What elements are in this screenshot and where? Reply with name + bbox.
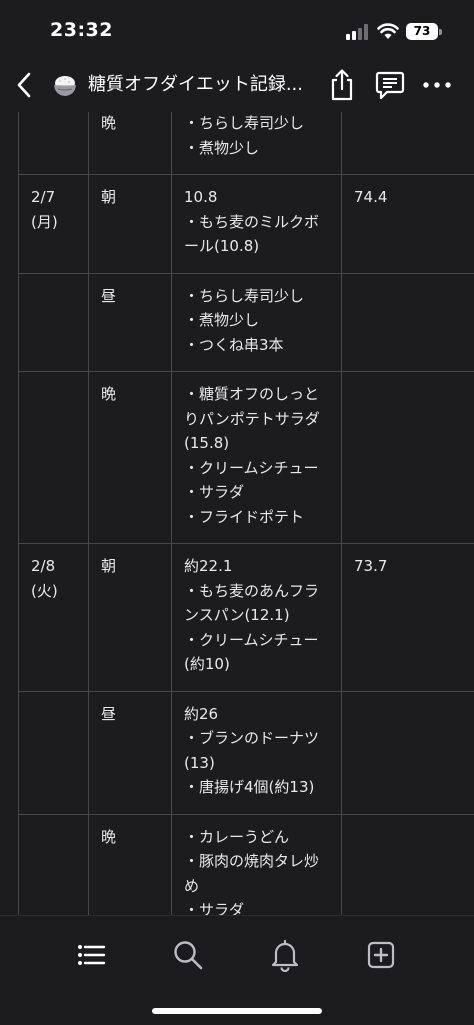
- meal-cell[interactable]: 朝: [89, 544, 172, 692]
- date-text: (火): [31, 579, 76, 604]
- meal-text: 晩: [101, 825, 159, 850]
- food-text: ・クリームシチュー: [184, 456, 329, 481]
- food-text: ール(10.8): [184, 234, 329, 259]
- food-text: ンスパン(12.1): [184, 603, 329, 628]
- meal-text: 晩: [101, 112, 159, 136]
- date-cell[interactable]: [19, 372, 89, 544]
- battery-level: 73: [406, 23, 438, 40]
- food-text: ・煮物少し: [184, 308, 329, 333]
- share-icon[interactable]: [328, 68, 356, 102]
- date-cell[interactable]: [19, 273, 89, 372]
- weight-text: 74.4: [354, 185, 474, 210]
- food-text: ・カレーうどん: [184, 825, 329, 850]
- date-cell[interactable]: [19, 112, 89, 175]
- table-row: 昼・ちらし寿司少し・煮物少し・つくね串3本: [19, 273, 474, 372]
- food-text: ・唐揚げ4個(約13): [184, 775, 329, 800]
- rice-bowl-icon: [52, 72, 78, 98]
- table-row: 晩・ちらし寿司少し・煮物少し: [19, 112, 474, 175]
- food-cell[interactable]: ・ちらし寿司少し・煮物少し・つくね串3本: [172, 273, 342, 372]
- table-row: 晩・糖質オフのしっとりパンポテトサラダ(15.8)・クリームシチュー・サラダ・フ…: [19, 372, 474, 544]
- meal-cell[interactable]: 晩: [89, 372, 172, 544]
- food-cell[interactable]: ・糖質オフのしっとりパンポテトサラダ(15.8)・クリームシチュー・サラダ・フラ…: [172, 372, 342, 544]
- navigation-bar: 糖質オフダイエット記録...: [0, 60, 474, 112]
- date-cell[interactable]: [19, 814, 89, 915]
- food-text: ・クリームシチュー: [184, 628, 329, 653]
- food-text: 約22.1: [184, 554, 329, 579]
- table-row: 昼約26・ブランのドーナツ(13)・唐揚げ4個(約13): [19, 691, 474, 814]
- meal-cell[interactable]: 昼: [89, 273, 172, 372]
- food-text: ・フライドポテト: [184, 505, 329, 530]
- food-cell[interactable]: 10.8・もち麦のミルクボール(10.8): [172, 175, 342, 274]
- date-cell[interactable]: 2/8(火): [19, 544, 89, 692]
- table-row: 2/7(月) 朝 10.8・もち麦のミルクボール(10.8) 74.4: [19, 175, 474, 274]
- weight-cell[interactable]: [342, 273, 474, 372]
- weight-cell[interactable]: [342, 691, 474, 814]
- food-cell[interactable]: 約26・ブランのドーナツ(13)・唐揚げ4個(約13): [172, 691, 342, 814]
- weight-text: 73.7: [354, 554, 474, 579]
- food-text: ・もち麦のあんフラ: [184, 579, 329, 604]
- food-cell[interactable]: ・ちらし寿司少し・煮物少し: [172, 112, 342, 175]
- meal-cell[interactable]: 晩: [89, 814, 172, 915]
- cellular-signal-icon: [346, 24, 370, 40]
- date-text: 2/7: [31, 185, 76, 210]
- food-text: ・つくね串3本: [184, 333, 329, 358]
- food-text: 約26: [184, 702, 329, 727]
- table-row: 2/8(火) 朝約22.1・もち麦のあんフランスパン(12.1)・クリームシチュー…: [19, 544, 474, 692]
- home-indicator[interactable]: [152, 1008, 322, 1014]
- food-text: ・糖質オフのしっと: [184, 382, 329, 407]
- status-bar: 23:32 73: [0, 0, 474, 60]
- date-text: (月): [31, 210, 76, 235]
- comment-icon[interactable]: [375, 70, 405, 100]
- table-scroll-area[interactable]: 晩・ちらし寿司少し・煮物少し2/7(月)朝10.8・もち麦のミルクボール(10.…: [0, 112, 474, 915]
- meal-cell[interactable]: 朝: [89, 175, 172, 274]
- list-icon[interactable]: [74, 938, 108, 972]
- more-options-icon[interactable]: [422, 74, 452, 96]
- food-text: ・ちらし寿司少し: [184, 112, 329, 136]
- food-text: ・豚肉の焼肉タレ炒: [184, 849, 329, 874]
- meal-text: 昼: [101, 284, 159, 309]
- food-text: (13): [184, 751, 329, 776]
- food-text: ・サラダ: [184, 898, 329, 915]
- food-text: 10.8: [184, 185, 329, 210]
- status-time: 23:32: [50, 19, 113, 41]
- weight-cell[interactable]: 73.7: [342, 544, 474, 692]
- food-text: ・ちらし寿司少し: [184, 284, 329, 309]
- battery-icon: 73: [406, 23, 442, 41]
- page-title: 糖質オフダイエット記録...: [88, 72, 310, 98]
- weight-cell[interactable]: [342, 814, 474, 915]
- search-icon[interactable]: [171, 938, 205, 972]
- food-text: (15.8): [184, 431, 329, 456]
- food-text: め: [184, 874, 329, 899]
- date-text: 2/8: [31, 554, 76, 579]
- back-chevron-icon[interactable]: [12, 70, 36, 100]
- weight-cell[interactable]: [342, 372, 474, 544]
- food-text: ・サラダ: [184, 480, 329, 505]
- food-text: ・ブランのドーナツ: [184, 726, 329, 751]
- food-text: りパンポテトサラダ: [184, 407, 329, 432]
- food-cell[interactable]: 約22.1・もち麦のあんフランスパン(12.1)・クリームシチュー(約10): [172, 544, 342, 692]
- bell-icon[interactable]: [268, 938, 302, 972]
- food-cell[interactable]: ・カレーうどん・豚肉の焼肉タレ炒め・サラダ: [172, 814, 342, 915]
- meal-cell[interactable]: 晩: [89, 112, 172, 175]
- date-cell[interactable]: [19, 691, 89, 814]
- meal-text: 昼: [101, 702, 159, 727]
- add-icon[interactable]: [364, 938, 398, 972]
- food-text: (約10): [184, 652, 329, 677]
- meal-cell[interactable]: 昼: [89, 691, 172, 814]
- meal-text: 朝: [101, 185, 159, 210]
- table-row: 晩・カレーうどん・豚肉の焼肉タレ炒め・サラダ: [19, 814, 474, 915]
- meal-text: 朝: [101, 554, 159, 579]
- meal-text: 晩: [101, 382, 159, 407]
- wifi-icon: [377, 22, 399, 40]
- date-cell[interactable]: 2/7(月): [19, 175, 89, 274]
- food-text: ・煮物少し: [184, 136, 329, 161]
- weight-cell[interactable]: [342, 112, 474, 175]
- diet-record-table: 晩・ちらし寿司少し・煮物少し2/7(月)朝10.8・もち麦のミルクボール(10.…: [18, 112, 474, 915]
- weight-cell[interactable]: 74.4: [342, 175, 474, 274]
- food-text: ・もち麦のミルクボ: [184, 210, 329, 235]
